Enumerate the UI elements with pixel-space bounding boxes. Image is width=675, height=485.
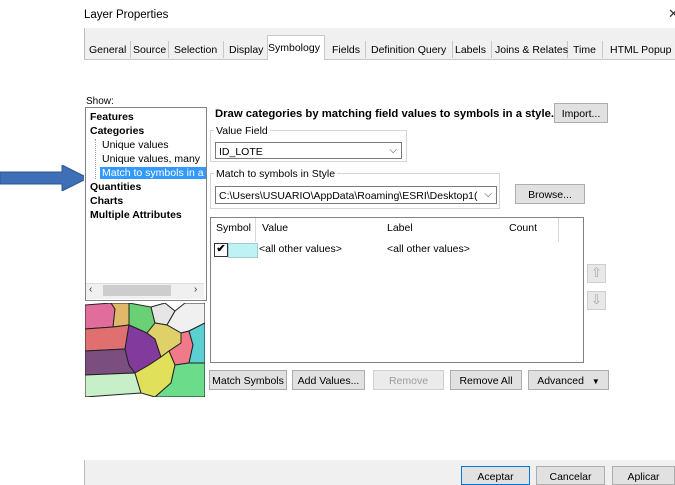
- import-button[interactable]: Import...: [554, 103, 608, 123]
- add-values-button[interactable]: Add Values...: [292, 370, 365, 390]
- tab-selection[interactable]: Selection: [174, 41, 224, 58]
- tab-symbology[interactable]: Symbology: [267, 35, 325, 60]
- apply-button[interactable]: Aplicar: [612, 466, 675, 485]
- tree-item-features[interactable]: Features: [90, 111, 134, 123]
- window-title: Layer Properties: [84, 9, 169, 21]
- remove-all-button[interactable]: Remove All: [450, 370, 522, 390]
- match-symbols-button[interactable]: Match Symbols: [209, 370, 287, 390]
- chevron-down-icon: ⌵: [484, 189, 492, 200]
- tab-time[interactable]: Time: [573, 41, 603, 58]
- tree-connector: [95, 139, 96, 179]
- symbol-swatch[interactable]: [228, 243, 258, 258]
- tree-item-match-to-symbols[interactable]: Match to symbols in a: [100, 167, 206, 179]
- column-header-value[interactable]: Value: [262, 222, 288, 234]
- title-bar: [84, 0, 675, 28]
- scroll-right-icon[interactable]: ›: [194, 284, 197, 295]
- style-label: Match to symbols in Style: [214, 168, 338, 180]
- all-other-values-checkbox[interactable]: ✔: [214, 243, 228, 257]
- scroll-left-icon[interactable]: ‹: [89, 284, 92, 295]
- ok-button[interactable]: Aceptar: [461, 466, 530, 485]
- tree-item-categories[interactable]: Categories: [90, 125, 144, 137]
- tree-item-unique-values-many[interactable]: Unique values, many: [102, 153, 200, 165]
- style-path-value: C:\Users\USUARIO\AppData\Roaming\ESRI\De…: [219, 190, 478, 202]
- tab-html-popup[interactable]: HTML Popup: [610, 41, 672, 58]
- column-header-symbol[interactable]: Symbol: [216, 222, 251, 234]
- tree-item-multiple-attributes[interactable]: Multiple Attributes: [90, 209, 182, 221]
- tab-joins-relates[interactable]: Joins & Relates: [495, 41, 568, 58]
- close-icon[interactable]: ✕: [668, 6, 675, 22]
- move-up-icon[interactable]: ⇧: [587, 264, 606, 283]
- column-divider: [558, 218, 559, 242]
- advanced-label: Advanced: [537, 375, 584, 387]
- dropdown-arrow-icon: ▼: [591, 377, 600, 386]
- symbol-value-table: [210, 217, 584, 363]
- show-tree: Features Categories Unique values Unique…: [85, 107, 207, 301]
- scrollbar-thumb[interactable]: [103, 285, 171, 296]
- tab-source[interactable]: Source: [133, 41, 169, 58]
- tab-fields[interactable]: Fields: [332, 41, 366, 58]
- tree-item-charts[interactable]: Charts: [90, 195, 123, 207]
- advanced-button[interactable]: Advanced ▼: [528, 370, 609, 390]
- style-path-select[interactable]: C:\Users\USUARIO\AppData\Roaming\ESRI\De…: [215, 186, 497, 204]
- tab-definition-query[interactable]: Definition Query: [371, 41, 453, 58]
- tab-labels[interactable]: Labels: [455, 41, 492, 58]
- cancel-button[interactable]: Cancelar: [536, 466, 605, 485]
- column-header-label[interactable]: Label: [387, 222, 413, 234]
- value-field-value: ID_LOTE: [219, 146, 263, 158]
- value-field-label: Value Field: [214, 125, 270, 137]
- tree-item-quantities[interactable]: Quantities: [90, 181, 141, 193]
- symbology-description: Draw categories by matching field values…: [215, 108, 555, 120]
- move-down-icon[interactable]: ⇩: [587, 291, 606, 310]
- tree-item-unique-values[interactable]: Unique values: [102, 139, 169, 151]
- row-value[interactable]: <all other values>: [259, 243, 342, 255]
- annotation-arrow-icon: [0, 165, 90, 191]
- row-label[interactable]: <all other values>: [387, 243, 470, 255]
- chevron-down-icon: ⌵: [389, 145, 397, 156]
- column-divider: [255, 218, 256, 242]
- preview-map-image: [85, 303, 205, 397]
- show-label: Show:: [86, 96, 114, 107]
- value-field-select[interactable]: ID_LOTE ⌵: [215, 142, 402, 159]
- remove-button[interactable]: Remove: [373, 370, 444, 390]
- tab-display[interactable]: Display: [229, 41, 265, 58]
- tab-general[interactable]: General: [89, 41, 131, 58]
- browse-button[interactable]: Browse...: [515, 184, 585, 204]
- column-header-count[interactable]: Count: [509, 222, 537, 234]
